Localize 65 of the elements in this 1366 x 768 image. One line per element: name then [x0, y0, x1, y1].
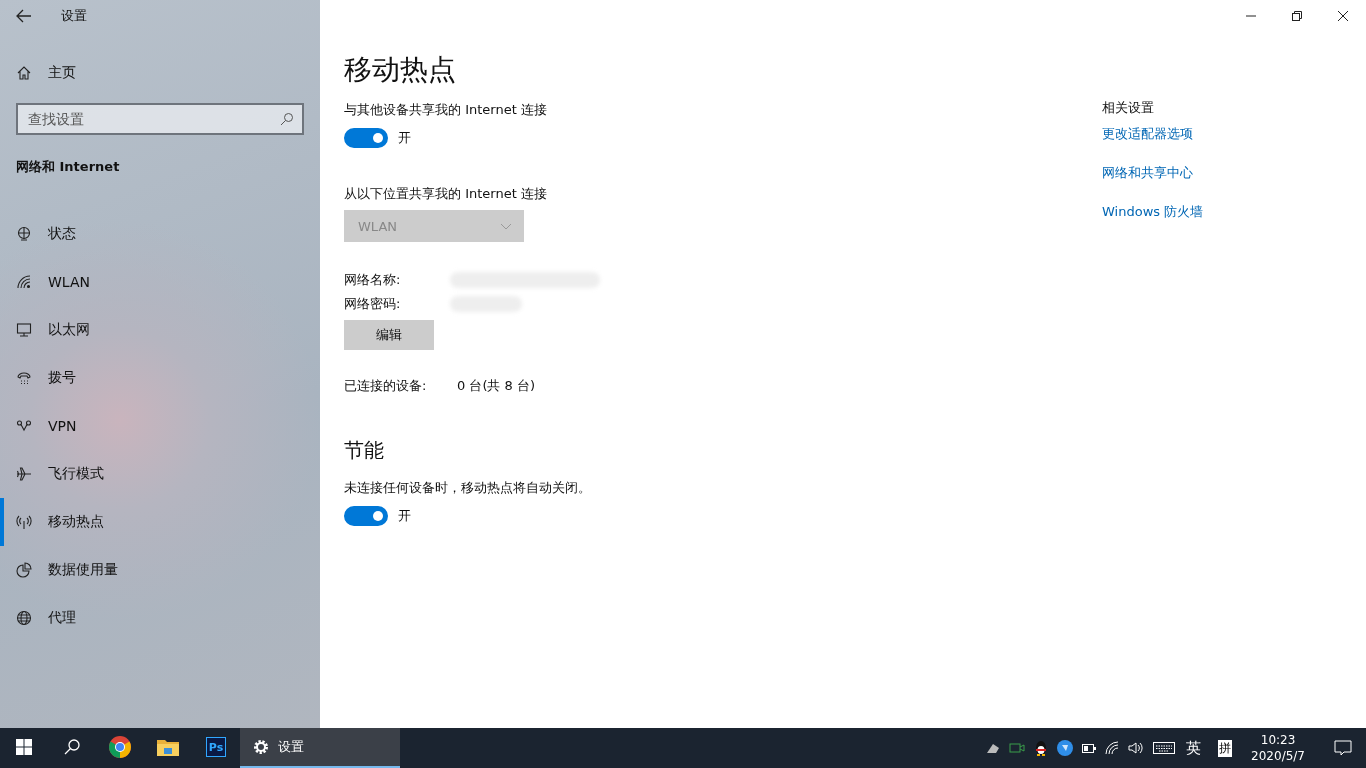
edit-button[interactable]: 编辑 [344, 320, 434, 350]
clock-time[interactable]: 10:23 [1260, 732, 1296, 748]
taskbar-app[interactable]: Ps [192, 728, 240, 768]
photoshop-icon: Ps [206, 737, 226, 757]
nav-item[interactable]: 以太网 [0, 306, 320, 354]
source-label: 从以下位置共享我的 Internet 连接 [344, 185, 547, 203]
speech-bubble-icon [1334, 740, 1352, 756]
nav-item[interactable]: VPN [0, 402, 320, 450]
toggle-state: 开 [398, 129, 411, 147]
page-title: 移动热点 [344, 52, 456, 88]
clock-date[interactable]: 2020/5/7 [1251, 748, 1305, 764]
globe-icon [16, 610, 32, 626]
chevron-icon [500, 222, 512, 230]
nav-item[interactable]: 状态 [0, 210, 320, 258]
nav-item[interactable]: 代理 [0, 594, 320, 642]
browser-icon [109, 736, 131, 758]
section-heading: 网络和 Internet [15, 158, 121, 176]
nav-item[interactable]: 飞行模式 [0, 450, 320, 498]
search-icon [280, 112, 294, 126]
related-link[interactable]: 更改适配器选项 [1102, 124, 1193, 144]
toggle-switch[interactable] [344, 128, 388, 148]
close-icon [1338, 11, 1348, 21]
nav-item[interactable]: 拨号 [0, 354, 320, 402]
gear-icon [252, 738, 270, 756]
airplane-icon [16, 466, 32, 482]
folder-icon [157, 738, 179, 756]
nav-item[interactable]: 数据使用量 [0, 546, 320, 594]
wifi-icon [1105, 741, 1120, 755]
wifi-icon [16, 274, 32, 290]
section-heading: 节能 [344, 437, 384, 464]
network-tool-icon [986, 742, 1001, 754]
phone-icon [16, 370, 32, 386]
nav-item[interactable]: WLAN [0, 258, 320, 306]
related-heading: 相关设置 [1102, 99, 1154, 117]
network-name-label: 网络名称: [344, 271, 402, 289]
speaker-icon [1128, 741, 1145, 755]
battery-icon [1082, 743, 1097, 753]
toggle-switch[interactable] [344, 506, 388, 526]
input-mode-indicator[interactable]: 英 [1186, 738, 1202, 758]
share-label: 与其他设备共享我的 Internet 连接 [344, 101, 547, 119]
camera-icon [1009, 743, 1026, 753]
globe-monitor-icon [16, 226, 32, 242]
related-link[interactable]: 网络和共享中心 [1102, 163, 1193, 183]
monitor-icon [16, 322, 32, 338]
windows-icon [16, 739, 32, 755]
search-field[interactable]: 查找设置 [16, 103, 304, 135]
search-icon [64, 739, 80, 755]
home-nav-item[interactable]: 主页 [0, 53, 76, 93]
connected-devices-label: 已连接的设备: [344, 377, 428, 395]
penguin-icon [1034, 740, 1049, 756]
taskbar-app[interactable]: 设置 [240, 728, 400, 768]
connected-devices-value: 0 台(共 8 台) [457, 377, 536, 395]
keyboard-icon [1153, 742, 1176, 754]
pie-chart-icon [16, 562, 32, 578]
window-title: 设置 [61, 7, 87, 25]
related-link[interactable]: Windows 防火墙 [1102, 202, 1204, 222]
shield-icon [1057, 740, 1074, 756]
input-method-indicator[interactable]: 拼 [1218, 739, 1233, 757]
network-password-label: 网络密码: [344, 295, 402, 313]
antenna-icon [16, 514, 32, 530]
restore-icon [1292, 11, 1302, 21]
power-saving-description: 未连接任何设备时，移动热点将自动关闭。 [344, 479, 591, 497]
home-icon [16, 65, 32, 81]
toggle-state: 开 [398, 507, 411, 525]
back-arrow-icon [16, 9, 32, 23]
